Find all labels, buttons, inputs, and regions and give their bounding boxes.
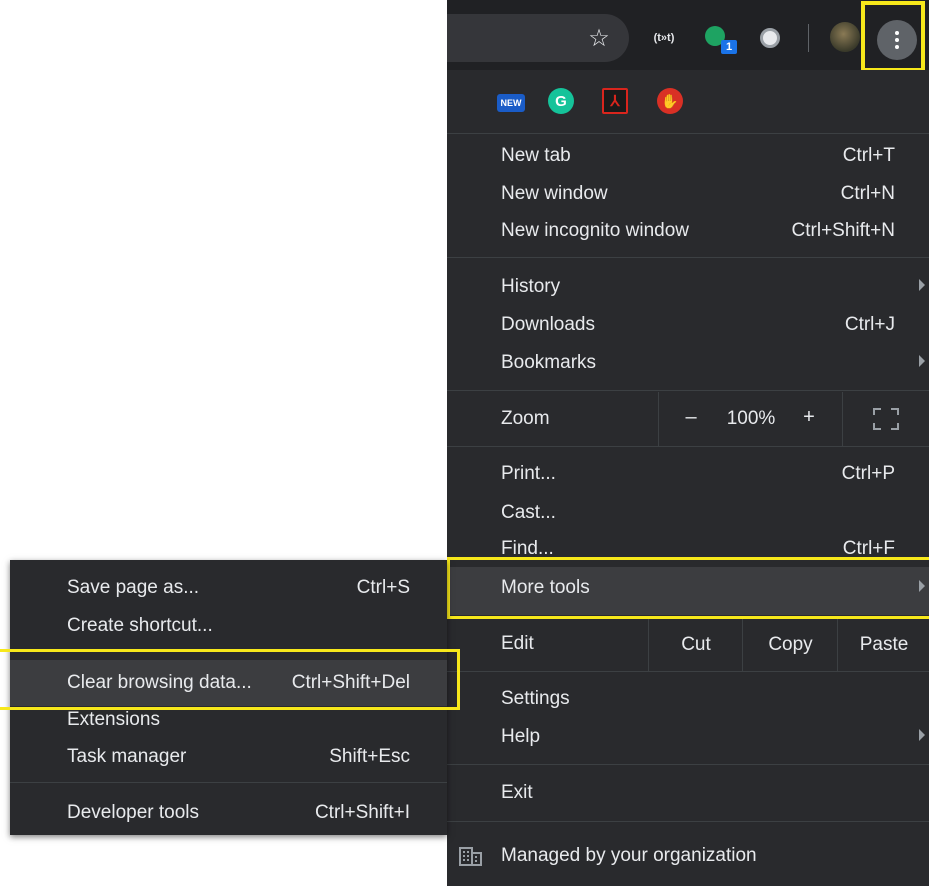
edit-row: Edit Cut Copy Paste xyxy=(447,619,929,671)
kebab-highlight-box xyxy=(861,1,925,72)
menu-item-bookmarks[interactable]: Bookmarks xyxy=(447,344,929,382)
menu-item-label: New tab xyxy=(501,145,571,166)
menu-item-shortcut: Ctrl+N xyxy=(840,183,895,204)
submenu-item-create-shortcut[interactable]: Create shortcut... xyxy=(10,607,447,645)
building-icon xyxy=(459,847,482,866)
submenu-item-extensions[interactable]: Extensions xyxy=(10,701,447,739)
chevron-right-icon xyxy=(919,279,925,291)
menu-item-new-incognito[interactable]: New incognito window Ctrl+Shift+N xyxy=(447,212,929,250)
menu-item-help[interactable]: Help xyxy=(447,718,929,756)
zoom-in-button[interactable]: + xyxy=(799,406,819,429)
zoom-label: Zoom xyxy=(501,408,550,429)
menu-item-shortcut: Ctrl+T xyxy=(842,145,895,166)
more-tools-highlight-box xyxy=(447,557,929,619)
submenu-item-shortcut: Shift+Esc xyxy=(329,746,410,767)
paste-button[interactable]: Paste xyxy=(837,619,929,671)
zoom-divider xyxy=(658,392,659,446)
menu-item-label: Exit xyxy=(501,782,533,803)
zoom-level: 100% xyxy=(726,408,776,429)
badge-count: 1 xyxy=(721,40,737,54)
extension-badge-icon[interactable]: 1 xyxy=(703,24,737,54)
submenu-item-shortcut: Ctrl+Shift+I xyxy=(314,802,410,823)
acrobat-icon[interactable]: ⅄ xyxy=(602,88,628,114)
submenu-item-label: Task manager xyxy=(67,746,187,767)
menu-item-label: New incognito window xyxy=(501,220,689,241)
submenu-item-label: Create shortcut... xyxy=(67,615,213,636)
submenu-item-shortcut: Ctrl+S xyxy=(356,577,410,598)
menu-item-history[interactable]: History xyxy=(447,268,929,306)
submenu-item-label: Save page as... xyxy=(67,577,200,598)
submenu-separator xyxy=(10,782,447,783)
toolbar-divider xyxy=(808,24,809,52)
menu-item-cast[interactable]: Cast... xyxy=(447,494,929,532)
menu-item-label: Settings xyxy=(501,688,570,709)
menu-separator xyxy=(447,446,929,447)
menu-separator xyxy=(447,821,929,822)
menu-item-label: History xyxy=(501,276,561,297)
adblock-icon[interactable]: ✋ xyxy=(657,88,683,114)
managed-label: Managed by your organization xyxy=(501,845,757,866)
menu-item-label: Downloads xyxy=(501,314,595,335)
menu-item-label: Bookmarks xyxy=(501,352,597,373)
zoom-divider xyxy=(842,392,843,446)
zoom-row: Zoom – 100% + xyxy=(447,392,929,446)
menu-separator xyxy=(447,764,929,765)
grammarly-icon[interactable]: G xyxy=(548,88,574,114)
menu-item-new-tab[interactable]: New tab Ctrl+T xyxy=(447,137,929,175)
zoom-out-button[interactable]: – xyxy=(681,406,701,429)
broadcast-icon[interactable]: (t»t) xyxy=(648,26,680,50)
copy-button[interactable]: Copy xyxy=(742,619,838,671)
menu-item-print[interactable]: Print... Ctrl+P xyxy=(447,455,929,493)
avatar[interactable] xyxy=(830,22,860,52)
star-icon[interactable]: ☆ xyxy=(585,24,613,52)
menu-item-shortcut: Ctrl+Shift+N xyxy=(791,220,895,241)
menu-separator xyxy=(447,671,929,672)
menu-item-shortcut: Ctrl+J xyxy=(844,314,895,335)
menu-separator xyxy=(447,133,929,134)
menu-item-label: Print... xyxy=(501,463,556,484)
submenu-item-developer-tools[interactable]: Developer tools Ctrl+Shift+I xyxy=(10,794,447,832)
chevron-right-icon xyxy=(919,729,925,741)
menu-item-downloads[interactable]: Downloads Ctrl+J xyxy=(447,306,929,344)
cut-button[interactable]: Cut xyxy=(648,619,743,671)
menu-item-exit[interactable]: Exit xyxy=(447,774,929,812)
menu-item-label: Help xyxy=(501,726,541,747)
fullscreen-icon[interactable] xyxy=(873,408,899,430)
menu-item-shortcut: Ctrl+P xyxy=(841,463,895,484)
menu-item-settings[interactable]: Settings xyxy=(447,680,929,718)
submenu-item-label: Developer tools xyxy=(67,802,200,823)
submenu-item-task-manager[interactable]: Task manager Shift+Esc xyxy=(10,738,447,776)
menu-item-label: New window xyxy=(501,183,608,204)
circle-extension-icon[interactable] xyxy=(756,24,784,52)
submenu-item-label: Extensions xyxy=(67,709,160,730)
menu-item-label: Cast... xyxy=(501,502,556,523)
menu-separator xyxy=(447,257,929,258)
menu-separator xyxy=(447,390,929,391)
submenu-item-save-page[interactable]: Save page as... Ctrl+S xyxy=(10,569,447,607)
managed-by-org-row[interactable]: Managed by your organization xyxy=(447,826,929,886)
edit-label: Edit xyxy=(501,633,534,654)
menu-item-new-window[interactable]: New window Ctrl+N xyxy=(447,175,929,213)
new-extension-icon[interactable]: NEW xyxy=(497,94,525,112)
chevron-right-icon xyxy=(919,355,925,367)
